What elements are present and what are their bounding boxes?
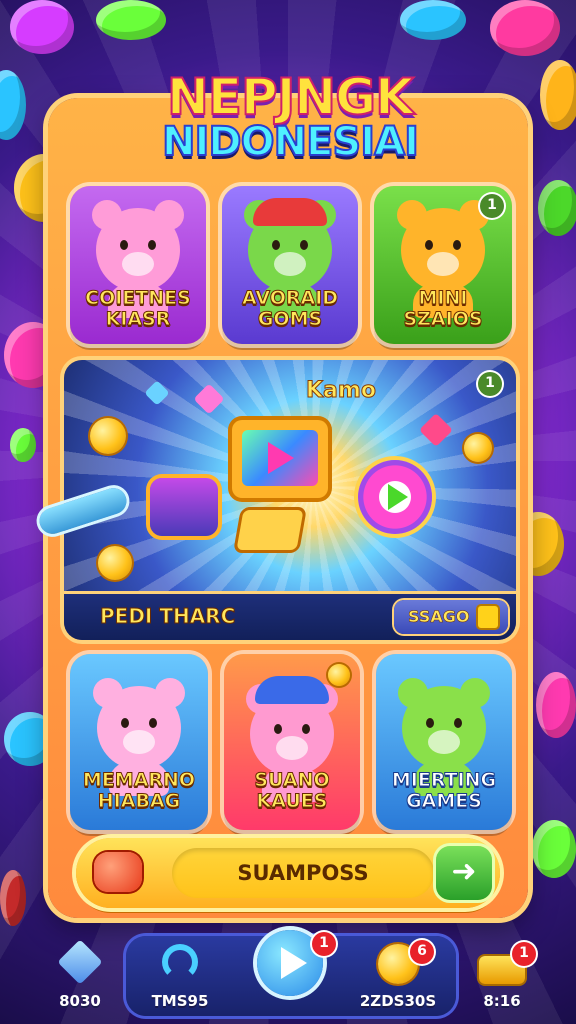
nav-item-gems[interactable]: 8030	[34, 939, 126, 1020]
candy-decoration	[540, 60, 576, 130]
game-tile-mierting[interactable]: MIERTING GAMES	[376, 654, 512, 830]
nav-label: 2ZDS30S	[359, 992, 437, 1010]
nav-label: TMS95	[151, 992, 209, 1010]
featured-title: Kamo	[306, 378, 377, 404]
nav-label: 8030	[59, 992, 101, 1010]
tile-label: SUANO KAUES	[254, 769, 330, 812]
bear-character-icon	[92, 200, 184, 318]
game-tile-memarno[interactable]: MEMARNO HIABAG	[70, 654, 208, 830]
refresh-icon	[162, 944, 198, 980]
title-line-1: NEPJNGK	[166, 68, 415, 126]
notification-badge: 1	[312, 932, 336, 956]
title-line-2: NIDONESIAI	[161, 119, 420, 165]
candy-decoration	[400, 0, 466, 40]
coin-icon	[98, 546, 132, 580]
gift-icon	[478, 606, 498, 628]
arrow-right-icon[interactable]: ➜	[436, 846, 492, 900]
bear-character-icon	[246, 684, 338, 802]
nav-item-play[interactable]: 1	[244, 930, 336, 1020]
candy-decoration	[538, 180, 576, 236]
candy-decoration	[0, 870, 26, 926]
nav-label: 8:16	[483, 992, 521, 1010]
candy-decoration	[96, 0, 166, 40]
gem-icon	[57, 939, 103, 985]
tile-label: AVORAID GOMS	[241, 287, 339, 330]
coin-icon	[328, 664, 350, 686]
computer-icon	[232, 420, 328, 498]
notification-badge: 1	[478, 372, 502, 396]
nav-item-gold[interactable]: 1 8:16	[456, 940, 548, 1020]
candy-decoration	[490, 0, 560, 56]
candy-icon	[94, 852, 142, 892]
nav-item-coins[interactable]: 6 2ZDS30S	[352, 940, 444, 1020]
candy-decoration	[536, 672, 576, 738]
candy-decoration	[532, 820, 576, 878]
play-wheel-icon	[358, 460, 432, 534]
notification-badge: 1	[512, 942, 536, 966]
search-input-value: SUAMPOSS	[237, 861, 369, 885]
bear-character-icon	[397, 200, 489, 318]
tile-label: COIETNES KIASR	[85, 287, 192, 330]
candy-decoration	[10, 0, 74, 54]
bear-character-icon	[93, 678, 185, 796]
hat-icon	[253, 198, 327, 226]
notification-badge: 6	[410, 940, 434, 964]
nav-item-refresh[interactable]: TMS95	[134, 940, 226, 1020]
game-title: NEPJNGK NIDONESIAI	[140, 68, 440, 165]
featured-bar-label: PEDI THARC	[99, 604, 236, 629]
drum-icon	[150, 478, 218, 536]
notification-badge: 1	[480, 194, 504, 218]
featured-action-label: SSAGO	[408, 607, 470, 627]
candy-decoration	[10, 428, 36, 462]
game-tile-coietnes[interactable]: COIETNES KIASR	[70, 186, 206, 344]
bear-character-icon	[398, 678, 490, 796]
hat-icon	[255, 676, 329, 704]
search-input[interactable]: SUAMPOSS	[172, 848, 434, 898]
game-tile-mini[interactable]: 1 MINI SZAIOS	[374, 186, 512, 344]
tile-label: MEMARNO HIABAG	[82, 769, 196, 812]
tile-label: MIERTING GAMES	[391, 769, 497, 812]
coin-icon	[464, 434, 492, 462]
keyboard-icon	[236, 510, 304, 550]
featured-bar: PEDI THARC SSAGO	[64, 591, 516, 640]
game-tile-avoraid[interactable]: AVORAID GOMS	[222, 186, 358, 344]
tile-label: MINI SZAIOS	[403, 287, 483, 330]
featured-game-banner[interactable]: Kamo 1 PEDI THARC SSAGO	[64, 360, 516, 640]
game-tile-suano[interactable]: SUANO KAUES	[224, 654, 360, 830]
coin-icon	[90, 418, 126, 454]
featured-action-button[interactable]: SSAGO	[394, 600, 508, 634]
search-bar: SUAMPOSS ➜	[76, 838, 500, 908]
